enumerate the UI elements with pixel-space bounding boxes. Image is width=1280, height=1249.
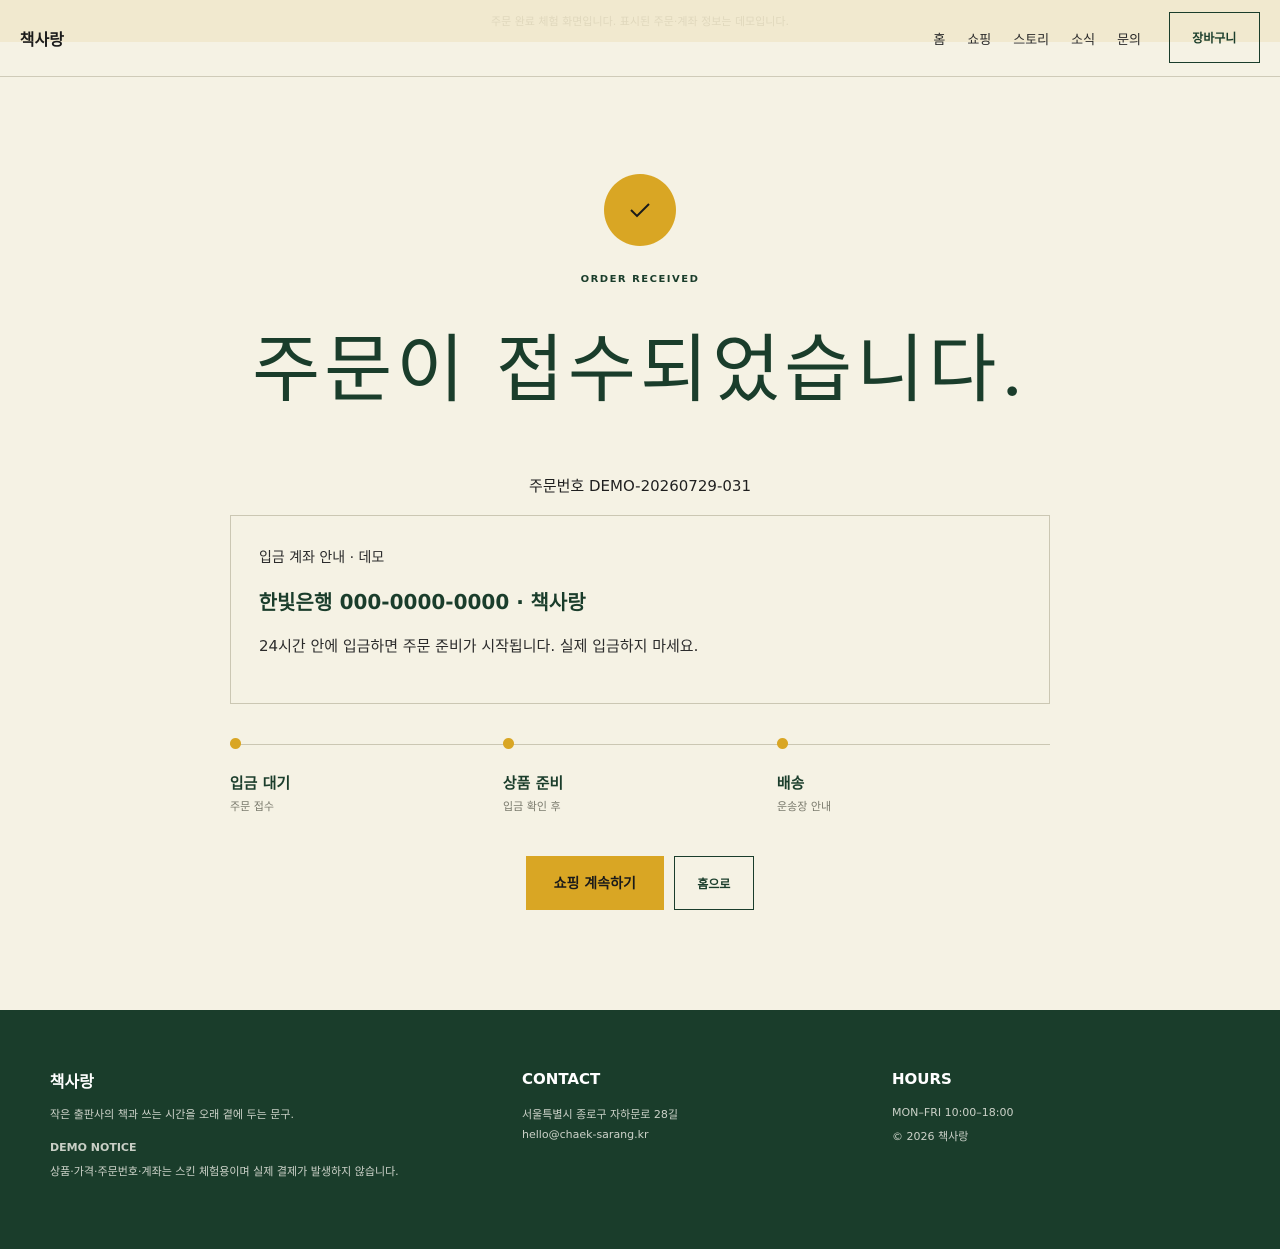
footer-notice-text: 상품·가격·주문번호·계좌는 스킨 체험용이며 실제 결제가 발생하지 않습니다… xyxy=(50,1165,399,1178)
footer-brand: 책사랑 xyxy=(50,1072,95,1091)
footer-notice-heading: DEMO NOTICE xyxy=(50,1141,137,1154)
nav-item-home[interactable]: 홈 xyxy=(933,29,945,48)
brand-logo[interactable]: 책사랑 xyxy=(20,26,64,50)
step-dot xyxy=(230,738,241,749)
nav-item-contact[interactable]: 문의 xyxy=(1117,29,1141,48)
site-footer: 책사랑 작은 출판사의 책과 쓰는 시간을 오래 곁에 두는 문구. DEMO … xyxy=(0,1010,1280,1249)
site-header: 책사랑 홈 쇼핑 스토리 소식 문의 장바구니 xyxy=(0,0,1280,77)
footer-hours: MON–FRI 10:00–18:00 xyxy=(892,1106,1014,1119)
nav-item-shop[interactable]: 쇼핑 xyxy=(967,29,991,48)
continue-shopping-button[interactable]: 쇼핑 계속하기 xyxy=(526,856,664,910)
step-dot xyxy=(777,738,788,749)
nav-item-story[interactable]: 스토리 xyxy=(1013,29,1049,48)
main-nav: 홈 쇼핑 스토리 소식 문의 xyxy=(933,29,1141,48)
step-title: 상품 준비 xyxy=(503,774,564,792)
progress-line xyxy=(230,744,1050,745)
step-subtitle: 입금 확인 후 xyxy=(503,800,561,813)
bank-account-note: 24시간 안에 입금하면 주문 준비가 시작됩니다. 실제 입금하지 마세요. xyxy=(259,637,699,655)
bank-account-box: 입금 계좌 안내 · 데모 한빛은행 000-0000-0000 · 책사랑 2… xyxy=(230,515,1050,704)
step-title: 배송 xyxy=(777,774,805,792)
step-title: 입금 대기 xyxy=(230,774,291,792)
footer-address: 서울특별시 종로구 자하문로 28길 xyxy=(522,1108,679,1121)
step-subtitle: 운송장 안내 xyxy=(777,800,832,813)
cart-button[interactable]: 장바구니 xyxy=(1169,12,1260,63)
page-title: 주문이 접수되었습니다. xyxy=(252,327,1028,413)
order-received-eyebrow: ORDER RECEIVED xyxy=(580,274,700,285)
bank-account-label: 입금 계좌 안내 · 데모 xyxy=(259,550,385,566)
check-icon-svg xyxy=(630,203,650,218)
check-icon xyxy=(604,174,676,246)
footer-tagline: 작은 출판사의 책과 쓰는 시간을 오래 곁에 두는 문구. xyxy=(50,1108,294,1121)
footer-hours-heading: HOURS xyxy=(892,1070,952,1088)
footer-copyright: © 2026 책사랑 xyxy=(892,1130,969,1143)
bank-account-number: 한빛은행 000-0000-0000 · 책사랑 xyxy=(259,590,586,614)
nav-item-news[interactable]: 소식 xyxy=(1071,29,1095,48)
step-subtitle: 주문 접수 xyxy=(230,800,274,813)
step-dot xyxy=(503,738,514,749)
go-home-button[interactable]: 홈으로 xyxy=(674,856,754,910)
order-number: 주문번호 DEMO-20260729-031 xyxy=(529,477,751,495)
footer-email[interactable]: hello@chaek-sarang.kr xyxy=(522,1128,649,1141)
footer-contact-heading: CONTACT xyxy=(522,1070,601,1088)
